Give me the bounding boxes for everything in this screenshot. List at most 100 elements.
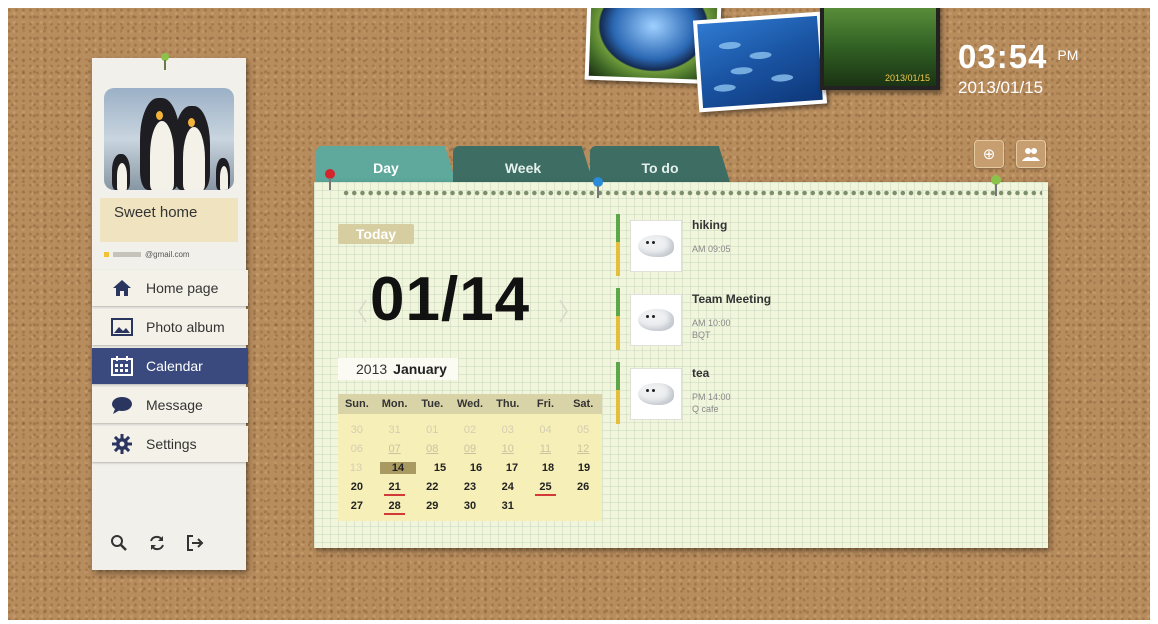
calendar-day[interactable]: 02 bbox=[451, 424, 489, 436]
calendar-day[interactable]: 16 bbox=[458, 462, 494, 474]
tab-day[interactable]: Day bbox=[316, 146, 456, 182]
event-item[interactable]: Team Meeting AM 10:00 BQT bbox=[614, 288, 914, 362]
pushpin-icon bbox=[593, 177, 603, 198]
calendar-day[interactable]: 07 bbox=[376, 443, 414, 455]
logout-icon[interactable] bbox=[186, 534, 204, 557]
sidebar-item-home-page[interactable]: Home page bbox=[92, 270, 248, 306]
calendar-day[interactable]: 08 bbox=[413, 443, 451, 455]
calendar-day[interactable]: 25 bbox=[527, 481, 565, 496]
sidebar-toolbar bbox=[110, 534, 204, 557]
calendar-day[interactable]: 11 bbox=[527, 443, 565, 455]
calendar-day[interactable]: 13 bbox=[338, 462, 374, 474]
calendar-day[interactable]: 12 bbox=[564, 443, 602, 455]
profile-photo[interactable] bbox=[104, 88, 234, 190]
calendar-day[interactable]: 23 bbox=[451, 481, 489, 493]
calendar-day[interactable]: 18 bbox=[530, 462, 566, 474]
calendar-day[interactable]: 09 bbox=[451, 443, 489, 455]
sidebar-item-label: Settings bbox=[146, 436, 197, 452]
calendar-week: 06 07 08 09 10 11 12 bbox=[338, 439, 602, 458]
home-icon bbox=[110, 277, 134, 299]
calendar-day[interactable]: 29 bbox=[413, 500, 451, 512]
weekday-label: Wed. bbox=[456, 398, 484, 410]
sidebar: Sweet home @gmail.com Home page Photo al… bbox=[92, 53, 248, 570]
sidebar-item-calendar[interactable]: Calendar bbox=[92, 348, 248, 384]
calendar-weekdays: Sun. Mon. Tue. Wed. Thu. Fri. Sat. bbox=[338, 394, 602, 414]
sidebar-item-label: Home page bbox=[146, 280, 219, 296]
event-title: Team Meeting bbox=[692, 292, 772, 306]
calendar-day[interactable]: 21 bbox=[376, 481, 414, 496]
message-icon bbox=[110, 394, 134, 416]
event-title: hiking bbox=[692, 218, 728, 232]
calendar-day[interactable]: 30 bbox=[338, 424, 376, 436]
email-icon bbox=[104, 252, 109, 257]
sidebar-item-label: Photo album bbox=[146, 319, 225, 335]
event-time: AM 09:05 bbox=[692, 244, 731, 254]
calendar-day[interactable]: 31 bbox=[376, 424, 414, 436]
event-location: BQT bbox=[692, 330, 711, 340]
weekday-label: Tue. bbox=[421, 398, 444, 410]
fish-school-photo[interactable] bbox=[692, 11, 828, 113]
profile-name: Sweet home bbox=[100, 198, 238, 242]
event-item[interactable]: hiking AM 09:05 bbox=[614, 214, 914, 288]
calendar-day[interactable]: 06 bbox=[338, 443, 376, 455]
pushpin-icon bbox=[161, 53, 169, 70]
seal-image bbox=[638, 309, 674, 331]
pushpin-icon bbox=[325, 169, 335, 190]
sidebar-menu: Home page Photo album Calendar Message S… bbox=[92, 270, 248, 465]
sidebar-item-message[interactable]: Message bbox=[92, 387, 248, 423]
corkboard-background: 2013/01/15 03:54 PM 2013/01/15 ⊕ Sweet ho… bbox=[8, 8, 1150, 620]
email-redacted bbox=[113, 252, 141, 257]
weekday-label: Sat. bbox=[573, 398, 594, 410]
notebook-holes bbox=[342, 189, 1042, 197]
pushpin-icon bbox=[991, 175, 1001, 196]
month-year: 2013 bbox=[356, 361, 388, 377]
month-name: January bbox=[393, 361, 447, 377]
event-item[interactable]: tea PM 14:00 Q cafe bbox=[614, 362, 914, 436]
tab-todo[interactable]: To do bbox=[590, 146, 730, 182]
calendar-week: 27 28 29 30 31 bbox=[338, 496, 602, 515]
photo-icon bbox=[110, 316, 134, 338]
seal-image bbox=[638, 235, 674, 257]
calendar-day[interactable]: 31 bbox=[489, 500, 527, 512]
calendar-day[interactable]: 27 bbox=[338, 500, 376, 512]
calendar-week: 30 31 01 02 03 04 05 bbox=[338, 420, 602, 439]
photo-date-stamp: 2013/01/15 bbox=[884, 73, 930, 83]
clock-widget: 03:54 PM 2013/01/15 bbox=[958, 38, 1078, 98]
calendar-day[interactable]: 04 bbox=[527, 424, 565, 436]
users-button[interactable] bbox=[1016, 140, 1046, 168]
event-color-bar bbox=[616, 288, 620, 350]
month-label: 2013 January bbox=[338, 358, 458, 380]
add-event-button[interactable]: ⊕ bbox=[974, 140, 1004, 168]
calendar-day[interactable]: 26 bbox=[564, 481, 602, 493]
search-icon[interactable] bbox=[110, 534, 128, 557]
calendar-week: 20 21 22 23 24 25 26 bbox=[338, 477, 602, 496]
today-button[interactable]: Today bbox=[338, 224, 414, 244]
calendar-day[interactable]: 19 bbox=[566, 462, 602, 474]
calendar-day[interactable]: 22 bbox=[413, 481, 451, 493]
calendar-day[interactable]: 28 bbox=[376, 500, 414, 515]
event-thumbnail bbox=[630, 220, 682, 272]
refresh-icon[interactable] bbox=[148, 534, 166, 557]
calendar-day[interactable]: 01 bbox=[413, 424, 451, 436]
calendar-day[interactable]: 20 bbox=[338, 481, 376, 493]
sidebar-item-photo-album[interactable]: Photo album bbox=[92, 309, 248, 345]
calendar-day[interactable]: 05 bbox=[564, 424, 602, 436]
tab-week[interactable]: Week bbox=[453, 146, 593, 182]
calendar-day[interactable]: 10 bbox=[489, 443, 527, 455]
next-day-button[interactable]: 〉 bbox=[558, 292, 582, 327]
users-icon bbox=[1022, 148, 1040, 161]
calendar-day[interactable]: 30 bbox=[451, 500, 489, 512]
gear-icon bbox=[110, 433, 134, 455]
calendar-day[interactable]: 17 bbox=[494, 462, 530, 474]
calendar-day-selected[interactable]: 14 bbox=[380, 461, 416, 474]
plus-circle-icon: ⊕ bbox=[982, 146, 996, 163]
forest-photo[interactable]: 2013/01/15 bbox=[820, 8, 940, 90]
calendar-week: 13 14 15 16 17 18 19 bbox=[338, 458, 602, 477]
calendar-day[interactable]: 15 bbox=[422, 462, 458, 474]
calendar-day[interactable]: 03 bbox=[489, 424, 527, 436]
sidebar-item-settings[interactable]: Settings bbox=[92, 426, 248, 462]
calendar-day[interactable]: 24 bbox=[489, 481, 527, 493]
event-time: AM 10:00 bbox=[692, 318, 731, 328]
previous-day-button[interactable]: 〈 bbox=[344, 292, 368, 327]
event-thumbnail bbox=[630, 294, 682, 346]
